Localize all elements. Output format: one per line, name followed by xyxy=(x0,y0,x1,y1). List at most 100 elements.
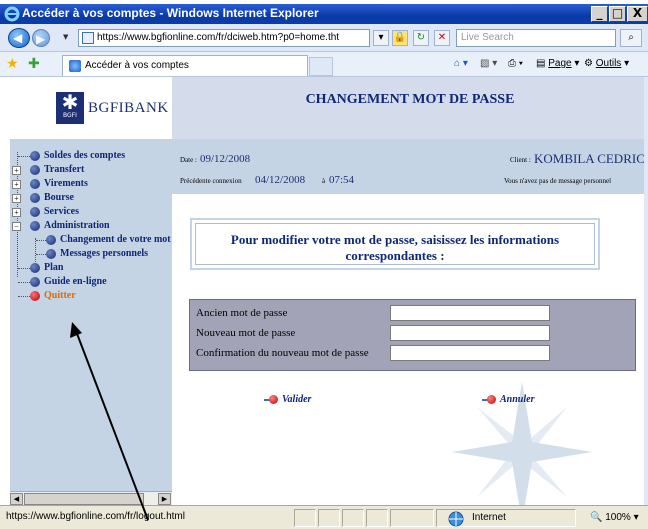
scroll-thumb[interactable] xyxy=(24,493,144,505)
previous-login-label: Précédente connexion xyxy=(180,177,242,185)
status-cell xyxy=(390,509,434,527)
close-button[interactable]: X xyxy=(627,6,648,22)
internet-explorer-icon xyxy=(4,6,20,22)
sidebar-item-bourse[interactable]: + Bourse xyxy=(10,192,172,206)
sidebar-item-label: Messages personnels xyxy=(60,248,149,259)
new-tab-button[interactable] xyxy=(309,57,333,76)
sidebar-item-label: Virements xyxy=(44,178,88,189)
sidebar-item-plan[interactable]: Plan xyxy=(10,262,172,276)
home-icon[interactable]: ⌂ ▾ xyxy=(454,58,468,69)
search-icon[interactable]: ⌕ xyxy=(620,29,642,47)
forward-arrow-icon: ▶ xyxy=(36,32,46,46)
print-icon[interactable]: ⎙ ▾ xyxy=(508,58,523,69)
instruction-box: Pour modifier votre mot de passe, saisis… xyxy=(190,218,600,270)
tools-menu-label: Outils xyxy=(595,58,622,69)
tools-menu[interactable]: ⚙ Outils ▾ xyxy=(584,58,629,69)
status-cell xyxy=(366,509,388,527)
search-placeholder: Live Search xyxy=(461,32,514,43)
sidebar-item-services[interactable]: + Services xyxy=(10,206,172,220)
main-content: Pour modifier votre mot de passe, saisis… xyxy=(172,194,648,522)
bullet-icon xyxy=(30,277,40,287)
bullet-icon xyxy=(30,151,40,161)
sidebar-item-transfert[interactable]: + Transfert xyxy=(10,164,172,178)
cancel-label: Annuler xyxy=(500,394,535,405)
bullet-red-icon xyxy=(30,291,40,301)
page-header: CHANGEMENT MOT DE PASSE xyxy=(172,77,648,139)
old-password-input[interactable] xyxy=(390,305,550,321)
refresh-icon[interactable]: ↻ xyxy=(413,30,429,46)
page-menu[interactable]: ▤ Page ▾ xyxy=(536,58,579,69)
sidebar-item-guide[interactable]: Guide en-ligne xyxy=(10,276,172,290)
previous-login-time: 07:54 xyxy=(329,174,355,186)
sidebar-item-soldes[interactable]: Soldes des comptes xyxy=(10,150,172,164)
expand-icon[interactable]: + xyxy=(12,194,21,203)
lock-icon[interactable]: 🔒 xyxy=(392,30,408,46)
zone-label: Internet xyxy=(472,512,506,523)
minimize-button[interactable]: _ xyxy=(591,6,608,22)
sidebar-item-administration[interactable]: − Administration xyxy=(10,220,172,234)
tree-line xyxy=(36,240,46,241)
collapse-icon[interactable]: − xyxy=(12,222,21,231)
zoom-level: 100% xyxy=(605,512,631,523)
new-password-input[interactable] xyxy=(390,325,550,341)
expand-icon[interactable]: + xyxy=(12,208,21,217)
sidebar-item-messages-personnels[interactable]: Messages personnels xyxy=(10,248,172,262)
forward-button[interactable]: ▶ xyxy=(32,29,50,47)
password-form: Ancien mot de passe Nouveau mot de passe… xyxy=(189,299,636,371)
sidebar-nav: Soldes des comptes + Transfert + Viremen… xyxy=(10,139,172,491)
sidebar-item-virements[interactable]: + Virements xyxy=(10,178,172,192)
tab-active[interactable]: Accéder à vos comptes xyxy=(62,55,308,76)
sidebar-scrollbar[interactable]: ◀ ▶ xyxy=(10,491,172,505)
sidebar-item-label: Services xyxy=(44,206,79,217)
add-favorites-icon[interactable]: ✚ xyxy=(28,56,40,72)
sidebar-item-label: Guide en-ligne xyxy=(44,276,107,287)
scroll-right-icon[interactable]: ▶ xyxy=(158,493,171,505)
scroll-left-icon[interactable]: ◀ xyxy=(10,493,23,505)
instruction-text: Pour modifier votre mot de passe, saisis… xyxy=(230,232,560,263)
address-dropdown-button[interactable]: ▾ xyxy=(373,30,389,46)
bullet-icon xyxy=(46,249,56,259)
bullet-icon xyxy=(30,221,40,231)
tab-label: Accéder à vos comptes xyxy=(85,60,189,71)
previous-login-at: à xyxy=(322,177,326,185)
tree-line xyxy=(18,268,30,269)
status-url: https://www.bgfionline.com/fr/logout.htm… xyxy=(6,511,185,522)
bullet-icon xyxy=(30,193,40,203)
confirm-password-input[interactable] xyxy=(390,345,550,361)
address-toolbar: ◀ ▶ ▼ https://www.bgfionline.com/fr/dciw… xyxy=(0,24,648,52)
bullet-icon xyxy=(30,207,40,217)
search-input[interactable]: Live Search xyxy=(456,29,616,47)
status-bar: https://www.bgfionline.com/fr/logout.htm… xyxy=(0,505,648,529)
logo-star-icon: ✱ xyxy=(61,90,79,114)
tree-line xyxy=(18,296,30,297)
message-note: Vous n'avez pas de message personnel xyxy=(504,177,612,185)
address-bar[interactable]: https://www.bgfionline.com/fr/dciweb.htm… xyxy=(78,29,370,47)
window-title: Accéder à vos comptes - Windows Internet… xyxy=(22,6,319,20)
back-button[interactable]: ◀ xyxy=(8,28,30,48)
page-icon xyxy=(82,32,94,44)
bullet-icon xyxy=(30,263,40,273)
expand-icon[interactable]: + xyxy=(12,166,21,175)
validate-button[interactable]: Valider xyxy=(264,394,311,405)
stop-icon[interactable]: ✕ xyxy=(434,30,450,46)
feeds-icon[interactable]: ▧ ▾ xyxy=(480,58,497,69)
date-label: Date : xyxy=(180,156,197,164)
status-cell xyxy=(318,509,340,527)
previous-login-date: 04/12/2008 xyxy=(255,174,306,186)
maximize-button[interactable]: □ xyxy=(609,6,626,22)
cancel-button[interactable]: Annuler xyxy=(482,394,534,405)
expand-icon[interactable]: + xyxy=(12,180,21,189)
old-password-label: Ancien mot de passe xyxy=(196,307,288,319)
bank-logo: ✱ BGFI BGFIBANK xyxy=(10,77,172,139)
sidebar-item-quitter[interactable]: Quitter xyxy=(10,290,172,304)
validate-label: Valider xyxy=(282,394,312,405)
session-info: Date : 09/12/2008 Client : KOMBILA CEDRI… xyxy=(172,139,648,194)
sidebar-item-label: Transfert xyxy=(44,164,85,175)
logo-small-text: BGFI xyxy=(63,112,77,119)
favorites-star-icon[interactable]: ★ xyxy=(6,56,19,72)
zoom-control[interactable]: 🔍 100% ▾ xyxy=(590,512,639,523)
sidebar-item-changement-mot-de-passe[interactable]: Changement de votre mot xyxy=(10,234,172,248)
tab-toolbar: ★ ✚ Accéder à vos comptes ⌂ ▾ ▧ ▾ ⎙ ▾ ▤ … xyxy=(0,52,648,77)
status-cell xyxy=(342,509,364,527)
history-dropdown-icon[interactable]: ▼ xyxy=(63,33,68,41)
